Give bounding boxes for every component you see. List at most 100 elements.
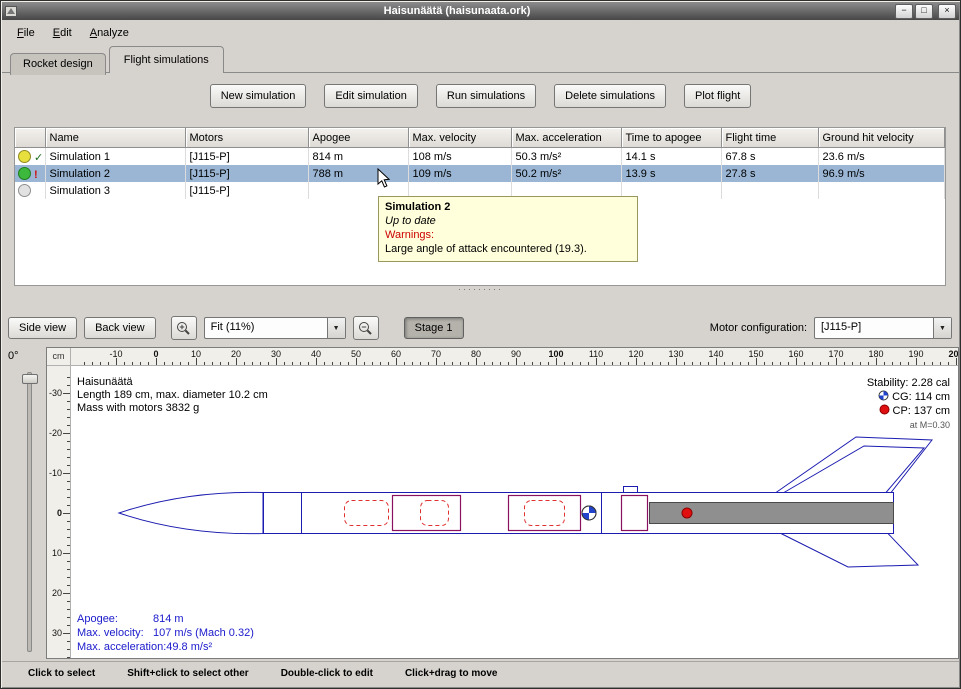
tooltip-warnings-label: Warnings: [385,228,631,242]
new-simulation-button[interactable]: New simulation [210,84,307,108]
title-bar[interactable]: Haisunäätä (haisunaata.ork) − □ × [2,2,959,20]
tooltip-warning-text: Large angle of attack encountered (19.3)… [385,242,631,256]
menu-edit[interactable]: Edit [44,23,81,43]
h-ruler-label: 100 [548,349,563,359]
back-view-button[interactable]: Back view [84,317,156,339]
h-ruler-label: 200 [948,349,958,359]
app-icon [5,4,21,18]
h-ruler-label: -10 [109,349,122,359]
col-header-status[interactable] [15,128,45,148]
menu-analyze[interactable]: Analyze [81,23,138,43]
table-cell: Simulation 3 [45,182,185,199]
rocket-info: Haisunäätä Length 189 cm, max. diameter … [77,376,268,415]
motor-config-value: [J115-P] [815,318,933,338]
h-ruler-label: 90 [511,349,521,359]
h-ruler-label: 0 [153,349,158,359]
motor-config-label: Motor configuration: [710,322,807,334]
stability-label: Stability: [867,377,909,389]
h-ruler-label: 140 [708,349,723,359]
col-header-max-velocity[interactable]: Max. velocity [408,128,511,148]
table-cell: 108 m/s [408,148,511,166]
stage-1-toggle[interactable]: Stage 1 [404,317,464,339]
zoom-out-button[interactable] [353,316,379,340]
flight-stat-label: Max. velocity: [77,626,153,640]
plot-flight-button[interactable]: Plot flight [684,84,751,108]
table-cell: [J115-P] [185,165,308,182]
rocket-drawing-area[interactable]: Haisunäätä Length 189 cm, max. diameter … [71,366,958,658]
table-cell: [J115-P] [185,148,308,166]
splitter-handle[interactable]: ········· [0,285,961,297]
maximize-button[interactable]: □ [915,4,933,19]
close-button[interactable]: × [938,4,956,19]
edit-simulation-button[interactable]: Edit simulation [324,84,418,108]
status-hint: Shift+click to select other [127,668,248,687]
side-view-button[interactable]: Side view [8,317,77,339]
minimize-button[interactable]: − [895,4,913,19]
h-ruler-label: 40 [311,349,321,359]
zoom-in-button[interactable] [171,316,197,340]
view-toolbar: Side view Back view Fit (11%) ▼ Stage 1 … [8,315,952,341]
rotation-angle-label: 0° [8,350,19,362]
table-row[interactable]: !Simulation 2[J115-P]788 m109 m/s50.2 m/… [15,165,945,182]
table-cell: [J115-P] [185,182,308,199]
h-ruler-label: 160 [788,349,803,359]
flight-stat-label: Apogee: [77,612,153,626]
status-icon-warning [18,167,31,180]
table-cell: 814 m [308,148,408,166]
col-header-name[interactable]: Name [45,128,185,148]
status-hint: Click+drag to move [405,668,498,687]
status-mark: ! [34,169,38,181]
rocket-canvas: cm -100102030405060708090100110120130140… [46,347,959,659]
table-cell: 109 m/s [408,165,511,182]
window-title: Haisunäätä (haisunaata.ork) [21,5,893,17]
tab-rocket-design[interactable]: Rocket design [10,53,106,75]
status-mark: ✓ [34,152,43,164]
flight-stat-row: Max. acceleration:49.8 m/s² [77,640,254,654]
flight-stat-row: Max. velocity:107 m/s (Mach 0.32) [77,626,254,640]
col-header-time-to-apogee[interactable]: Time to apogee [621,128,721,148]
col-header-motors[interactable]: Motors [185,128,308,148]
table-cell: 27.8 s [721,165,818,182]
chevron-down-icon[interactable]: ▼ [933,318,951,338]
simulation-toolbar: New simulation Edit simulation Run simulat… [0,84,961,108]
status-hint: Double-click to edit [281,668,373,687]
h-ruler-label: 120 [628,349,643,359]
chevron-down-icon[interactable]: ▼ [327,318,345,338]
rotation-slider[interactable] [22,372,36,650]
tooltip-title: Simulation 2 [385,200,631,214]
flight-stats: Apogee:814 mMax. velocity:107 m/s (Mach … [77,612,254,654]
h-ruler-label: 170 [828,349,843,359]
run-simulations-button[interactable]: Run simulations [436,84,536,108]
ruler-unit-label: cm [47,348,71,366]
h-ruler-label: 150 [748,349,763,359]
rotation-slider-handle[interactable] [22,374,38,384]
col-header-flight-time[interactable]: Flight time [721,128,818,148]
delete-simulations-button[interactable]: Delete simulations [554,84,666,108]
stability-info: Stability: 2.28 cal CG: 114 cm CP: 137 c… [867,376,950,432]
col-header-ground-hit-velocity[interactable]: Ground hit velocity [818,128,945,148]
flight-stat-value: 107 m/s (Mach 0.32) [153,627,254,639]
splitter-dots-icon: ········· [458,284,503,294]
table-row[interactable]: ✓Simulation 1[J115-P]814 m108 m/s50.3 m/… [15,148,945,166]
cp-label: CP: [893,405,911,417]
h-ruler-label: 30 [271,349,281,359]
h-ruler-label: 80 [471,349,481,359]
table-cell: Simulation 1 [45,148,185,166]
status-cell: ! [15,165,45,182]
v-ruler-label: -30 [49,388,62,398]
cg-label: CG: [892,391,912,403]
h-ruler-label: 110 [589,349,603,359]
menu-file[interactable]: File [8,23,44,43]
simulation-tooltip: Simulation 2 Up to date Warnings: Large … [378,196,638,262]
table-header-row: NameMotorsApogeeMax. velocityMax. accele… [15,128,945,148]
h-ruler-label: 60 [391,349,401,359]
col-header-apogee[interactable]: Apogee [308,128,408,148]
tab-flight-simulations[interactable]: Flight simulations [109,46,224,73]
v-ruler-label: -10 [49,468,62,478]
cg-icon [878,390,889,401]
col-header-max-acceleration[interactable]: Max. acceleration [511,128,621,148]
zoom-select[interactable]: Fit (11%) ▼ [204,317,346,339]
table-cell: 23.6 m/s [818,148,945,166]
status-icon-notrun [18,184,31,197]
motor-config-select[interactable]: [J115-P] ▼ [814,317,952,339]
